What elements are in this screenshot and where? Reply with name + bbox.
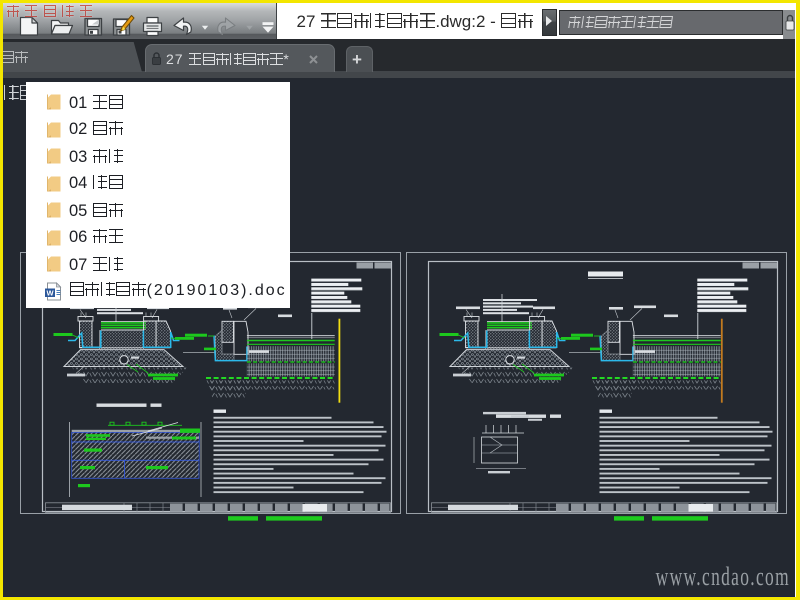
svg-text:W: W bbox=[46, 289, 54, 298]
